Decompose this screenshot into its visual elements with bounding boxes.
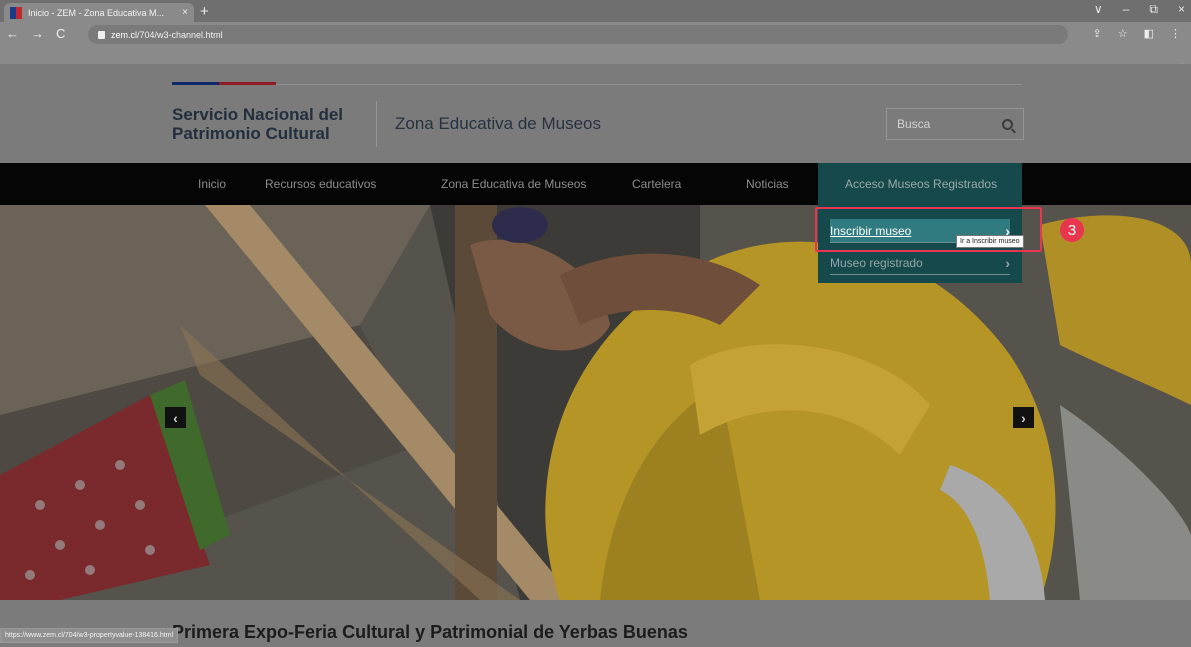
carousel-next-button[interactable]: › [1013, 407, 1034, 428]
restore-button[interactable]: ⧉ [1149, 2, 1158, 17]
minimize-button[interactable]: – [1123, 2, 1130, 17]
nav-item-zona-educativa[interactable]: Zona Educativa de Museos [441, 163, 586, 205]
search-input[interactable]: Busca [886, 108, 1024, 140]
flag-stripe [172, 82, 276, 85]
dropdown-item-label: Museo registrado [830, 255, 923, 270]
close-window-button[interactable]: × [1178, 2, 1185, 17]
search-icon[interactable] [1002, 118, 1013, 130]
url-text: zem.cl/704/w3-channel.html [111, 30, 223, 40]
site-favicon-icon [10, 6, 22, 19]
nav-item-acceso-museos[interactable]: Acceso Museos Registrados [818, 163, 1022, 205]
tab-search-icon[interactable]: ∨ [1094, 2, 1103, 17]
site-title[interactable]: Zona Educativa de Museos [395, 114, 601, 134]
header-vertical-divider [376, 101, 377, 147]
browser-action-icons: ⇪ ☆ ◧ ⋮ [1093, 27, 1182, 40]
carousel-prev-button[interactable]: ‹ [165, 407, 186, 428]
site-header: Servicio Nacional del Patrimonio Cultura… [0, 64, 1191, 163]
url-host: zem.cl [111, 29, 138, 40]
browser-tab[interactable]: Inicio - ZEM - Zona Educativa M... × [4, 3, 194, 22]
link-tooltip: Ir a Inscribir museo [956, 235, 1024, 248]
address-bar[interactable]: zem.cl/704/w3-channel.html [88, 25, 1068, 44]
back-arrow-icon[interactable]: ← [6, 26, 19, 41]
header-divider-line [172, 84, 1022, 85]
tab-title: Inicio - ZEM - Zona Educativa M... [28, 7, 165, 18]
news-headline[interactable]: Primera Expo-Feria Cultural y Patrimonia… [172, 622, 688, 643]
new-tab-button[interactable]: + [200, 3, 209, 20]
search-placeholder: Busca [897, 117, 931, 131]
nav-item-recursos-educativos[interactable]: Recursos educativos [265, 163, 376, 205]
bookmark-star-icon[interactable]: ☆ [1118, 27, 1128, 40]
forward-arrow-icon[interactable]: → [31, 26, 44, 41]
reload-icon[interactable]: C [56, 26, 65, 41]
share-icon[interactable]: ⇪ [1093, 27, 1102, 40]
menu-dots-icon[interactable]: ⋮ [1170, 27, 1181, 40]
org-logo-text[interactable]: Servicio Nacional del Patrimonio Cultura… [172, 105, 362, 143]
browser-nav-buttons: ← → C [6, 26, 65, 41]
browser-tab-strip: Inicio - ZEM - Zona Educativa M... × + ∨… [0, 0, 1191, 22]
nav-item-cartelera[interactable]: Cartelera [632, 163, 681, 205]
dropdown-item-museo-registrado[interactable]: Museo registrado › [830, 251, 1010, 275]
step-number-badge: 3 [1060, 218, 1084, 242]
nav-item-inicio[interactable]: Inicio [198, 163, 226, 205]
url-path: /704/w3-channel.html [137, 29, 223, 40]
window-controls: ∨ – ⧉ × [1094, 2, 1185, 17]
browser-toolbar: ← → C zem.cl/704/w3-channel.html ⇪ ☆ ◧ ⋮… [0, 22, 1191, 70]
side-panel-icon[interactable]: ◧ [1144, 27, 1154, 40]
nav-item-noticias[interactable]: Noticias [746, 163, 789, 205]
tab-close-icon[interactable]: × [182, 7, 188, 18]
main-navigation: Inicio Recursos educativos Zona Educativ… [0, 163, 1191, 205]
lock-icon [98, 30, 105, 39]
chevron-right-icon: › [1005, 254, 1010, 271]
status-bar-url: https://www.zem.cl/704/w3-propertyvalue-… [0, 628, 179, 643]
